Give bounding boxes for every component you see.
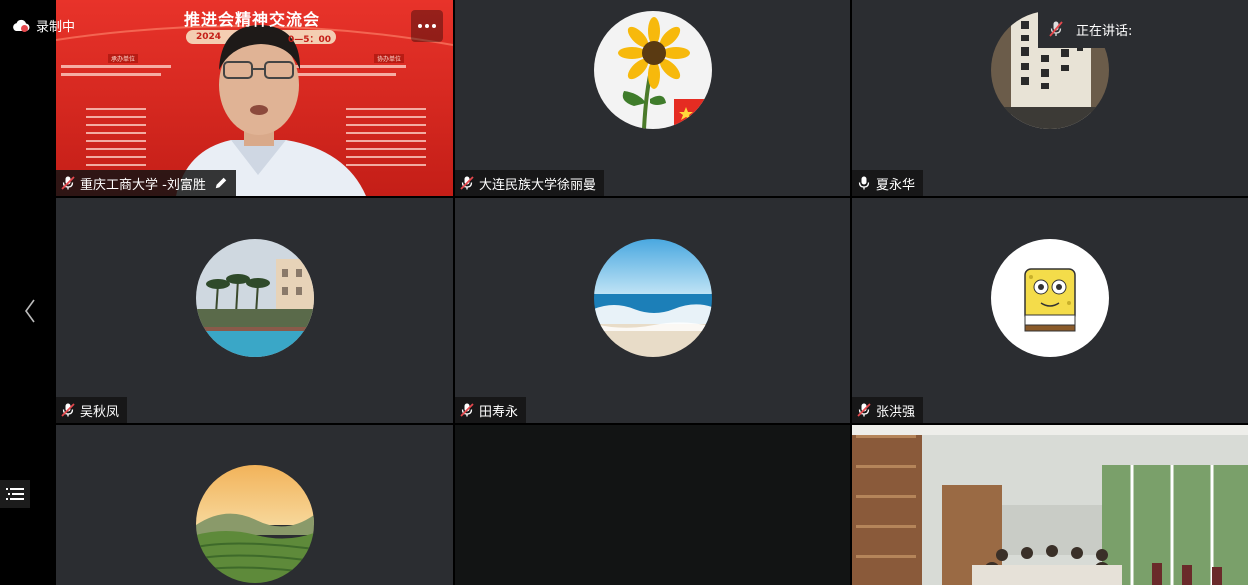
- participant-name-tag: 大连民族大学徐丽曼: [455, 170, 605, 196]
- mic-muted-icon: [460, 176, 474, 190]
- participant-name-tag: 田寿永: [455, 397, 527, 423]
- sunflower-avatar-image: [593, 11, 712, 129]
- avatar: [195, 465, 314, 583]
- ocean-avatar-image: [593, 239, 712, 357]
- recording-label: 录制中: [36, 20, 76, 35]
- mic-icon: [858, 176, 870, 190]
- more-options-button[interactable]: [411, 10, 443, 42]
- participant-grid: 推进会精神交流会 2024 0—5：00 承办单位 协办单位 重庆工商大学 -刘…: [56, 0, 1248, 585]
- mic-muted-icon: [1049, 21, 1063, 37]
- participant-name: 大连民族大学徐丽曼: [479, 177, 597, 193]
- participant-name-tag: 夏永华: [852, 170, 924, 196]
- mic-muted-icon: [61, 176, 75, 190]
- pencil-icon: [215, 177, 227, 189]
- speaking-label: 正在讲话:: [1076, 23, 1133, 39]
- room-video: [852, 425, 1248, 585]
- banner-title: 推进会精神交流会: [184, 10, 321, 29]
- participant-name-tag: 吴秋凤: [56, 397, 128, 423]
- participant-name-tag: 张洪强: [852, 397, 924, 423]
- list-icon: [6, 488, 24, 500]
- avatar-tile[interactable]: 张洪强: [852, 198, 1248, 423]
- terraces-avatar-image: [195, 465, 314, 583]
- avatar: [593, 239, 712, 357]
- speaking-indicator: 正在讲话:: [1038, 10, 1248, 48]
- participant-name: 田寿永: [479, 404, 519, 420]
- video-tile-presenter[interactable]: 推进会精神交流会 2024 0—5：00 承办单位 协办单位 重庆工商大学 -刘…: [56, 0, 453, 196]
- mic-muted-icon: [61, 403, 75, 417]
- banner-host-label: 承办单位: [108, 54, 139, 63]
- participant-name: 吴秋凤: [80, 404, 120, 420]
- avatar: [593, 11, 712, 129]
- participant-name: 重庆工商大学 -刘富胜: [80, 177, 206, 193]
- avatar: [991, 239, 1109, 357]
- banner-time: 0—5：00: [288, 35, 332, 45]
- avatar: [195, 239, 314, 357]
- cloud-record-icon: [13, 19, 30, 32]
- avatar-tile[interactable]: 田寿永: [455, 198, 850, 423]
- mic-muted-icon: [460, 403, 474, 417]
- resort-avatar-image: [195, 239, 314, 357]
- avatar-tile[interactable]: 吴秋凤: [56, 198, 453, 423]
- video-tile-room[interactable]: [852, 425, 1248, 585]
- empty-video-tile[interactable]: [455, 425, 850, 585]
- chevron-left-icon[interactable]: [20, 296, 40, 326]
- participant-name-tag: 重庆工商大学 -刘富胜: [56, 170, 236, 196]
- dot-icon: [418, 24, 422, 28]
- sponge-cartoon-avatar-image: [991, 239, 1109, 357]
- participant-name: 张洪强: [876, 404, 916, 420]
- dot-icon: [432, 24, 436, 28]
- dot-icon: [425, 24, 429, 28]
- participant-list-button[interactable]: [0, 480, 30, 508]
- recording-indicator[interactable]: 录制中: [12, 16, 75, 35]
- avatar-tile[interactable]: 大连民族大学徐丽曼: [455, 0, 850, 196]
- mic-muted-icon: [857, 403, 871, 417]
- participant-name: 夏永华: [876, 177, 916, 193]
- banner-date: 2024: [196, 32, 222, 42]
- avatar-tile[interactable]: [56, 425, 453, 585]
- banner-co-label: 协办单位: [374, 54, 405, 63]
